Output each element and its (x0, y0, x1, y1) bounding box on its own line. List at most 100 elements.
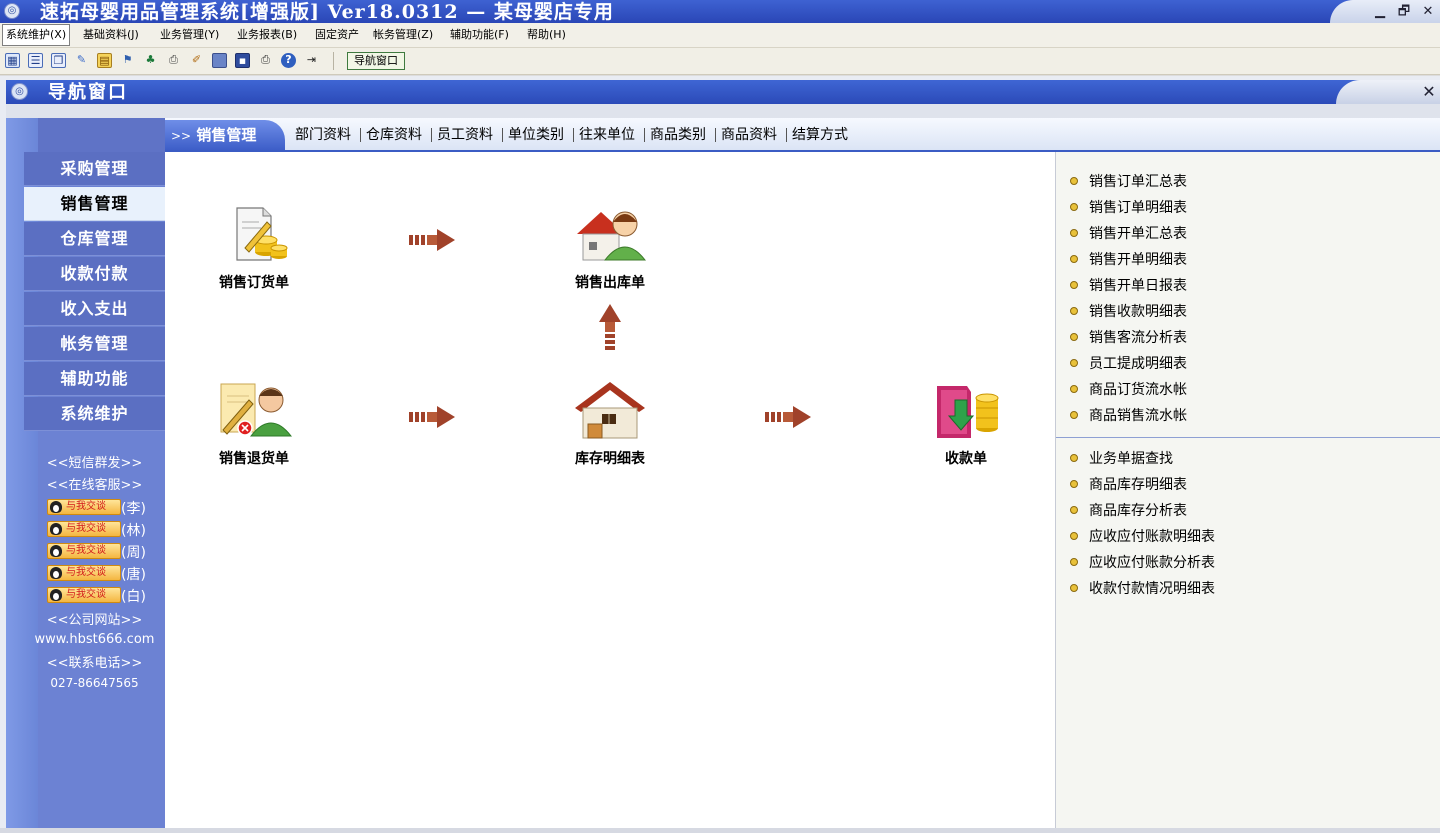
exit-icon[interactable]: ⇥ (304, 53, 319, 68)
bullet-icon (1070, 558, 1078, 566)
report-link[interactable]: 收款付款情况明细表 (1070, 579, 1215, 599)
workflow-diagram: 销售订货单 销售出库单 销售退货单 库存明细表 收款单 (165, 152, 1055, 828)
nav-window-subbar (6, 104, 1440, 119)
website-link[interactable]: www.hbst666.com (24, 632, 165, 647)
list-icon[interactable]: ☰ (28, 53, 43, 68)
qq-chat-badge[interactable]: 与我交谈 (47, 587, 121, 603)
link-product-category[interactable]: 商品类别 (650, 118, 706, 152)
sidebar-item-income-expense[interactable]: 收入支出 (24, 292, 165, 326)
report-link[interactable]: 销售订单明细表 (1070, 198, 1187, 218)
node-receipt[interactable]: 收款单 (911, 380, 1021, 470)
sms-link[interactable]: <<短信群发>> (24, 452, 165, 471)
grid-icon[interactable]: ▦ (5, 53, 20, 68)
module-tabbar: >> 销售管理 部门资料 仓库资料 员工资料 单位类别 往来单位 商品类别 商品… (165, 118, 1440, 152)
report-link[interactable]: 应收应付账款明细表 (1070, 527, 1215, 547)
menu-fixed-assets[interactable]: 固定资产 (312, 23, 362, 47)
qq-chat-badge[interactable]: 与我交谈 (47, 499, 121, 515)
penguin-icon (50, 589, 62, 601)
qq-chat-badge[interactable]: 与我交谈 (47, 521, 121, 537)
link-settlement[interactable]: 结算方式 (792, 118, 848, 152)
menu-business[interactable]: 业务管理(Y) (157, 23, 222, 47)
penguin-icon (50, 567, 62, 579)
print-preview-icon[interactable]: ⎙ (166, 53, 181, 68)
link-warehouse[interactable]: 仓库资料 (366, 118, 422, 152)
node-sales-return[interactable]: 销售退货单 (199, 380, 309, 470)
nav-window-close-button[interactable]: ✕ (1420, 82, 1438, 102)
minimize-button[interactable]: ▁ (1370, 2, 1390, 21)
nav-window-title: 导航窗口 (48, 82, 128, 103)
sidebar-item-payments[interactable]: 收款付款 (24, 257, 165, 291)
menu-accounts[interactable]: 帐务管理(Z) (370, 23, 436, 47)
users-icon[interactable]: ⚑ (120, 53, 135, 68)
sidebar-item-accounts[interactable]: 帐务管理 (24, 327, 165, 361)
monitor-icon[interactable] (212, 53, 227, 68)
report-link[interactable]: 业务单据查找 (1070, 449, 1173, 469)
tree-icon[interactable]: ♣ (143, 53, 158, 68)
report-link[interactable]: 销售开单日报表 (1070, 276, 1187, 296)
phone-label: <<联系电话>> (46, 656, 143, 671)
bullet-icon (1070, 333, 1078, 341)
qq-chat-badge[interactable]: 与我交谈 (47, 543, 121, 559)
tab-sales-management[interactable]: >> 销售管理 (165, 120, 285, 150)
sidebar-item-purchase[interactable]: 采购管理 (24, 152, 165, 186)
sidebar-item-system[interactable]: 系统维护 (24, 397, 165, 431)
report-link[interactable]: 商品订货流水帐 (1070, 380, 1187, 400)
link-partners[interactable]: 往来单位 (579, 118, 635, 152)
house-icon (575, 382, 645, 439)
bullet-icon (1070, 307, 1078, 315)
arrow-inventory-to-outbound (599, 304, 621, 350)
report-link[interactable]: 应收应付账款分析表 (1070, 553, 1215, 573)
menu-reports[interactable]: 业务报表(B) (234, 23, 300, 47)
chart-icon[interactable]: ▤ (97, 53, 112, 68)
sidebar-item-warehouse[interactable]: 仓库管理 (24, 222, 165, 256)
report-link[interactable]: 商品库存明细表 (1070, 475, 1187, 495)
node-sales-order[interactable]: 销售订货单 (199, 204, 309, 294)
online-service-label: <<在线客服>> (46, 478, 143, 493)
close-button[interactable]: ✕ (1418, 2, 1438, 21)
printer-icon[interactable]: ⎙ (258, 53, 273, 68)
report-link[interactable]: 商品库存分析表 (1070, 501, 1187, 521)
node-sales-outbound[interactable]: 销售出库单 (555, 204, 665, 294)
tab-separator (573, 128, 574, 142)
nav-window-button[interactable]: 导航窗口 (347, 52, 405, 70)
penguin-icon (50, 523, 62, 535)
report-link[interactable]: 销售订单汇总表 (1070, 172, 1187, 192)
link-department[interactable]: 部门资料 (295, 118, 351, 152)
link-products[interactable]: 商品资料 (721, 118, 777, 152)
arrow-return-to-inventory (409, 406, 455, 428)
menu-system-maintenance[interactable]: 系统维护(X) (2, 24, 71, 46)
bullet-icon (1070, 281, 1078, 289)
shop-user-icon (577, 211, 647, 261)
sidebar-item-sales[interactable]: 销售管理 (24, 187, 165, 221)
windows-icon[interactable]: ❐ (51, 53, 66, 68)
report-link[interactable]: 员工提成明细表 (1070, 354, 1187, 374)
tab-separator (715, 128, 716, 142)
bullet-icon (1070, 359, 1078, 367)
link-unit-category[interactable]: 单位类别 (508, 118, 564, 152)
tab-separator (502, 128, 503, 142)
app-icon[interactable]: ◎ (4, 3, 20, 19)
menu-assist[interactable]: 辅助功能(F) (447, 23, 512, 47)
qq-chat-badge[interactable]: 与我交谈 (47, 565, 121, 581)
chat-icon[interactable]: ✎ (74, 53, 89, 68)
tab-separator (786, 128, 787, 142)
node-inventory-detail[interactable]: 库存明细表 (555, 380, 665, 470)
nav-window-icon: ◎ (11, 83, 28, 100)
menu-basic-data[interactable]: 基础资料(J) (80, 23, 142, 47)
bullet-icon (1070, 177, 1078, 185)
report-link[interactable]: 商品销售流水帐 (1070, 406, 1187, 426)
penguin-icon (50, 501, 62, 513)
sidebar-header (38, 118, 165, 152)
wrench-icon[interactable]: ✐ (189, 53, 204, 68)
report-link[interactable]: 销售开单汇总表 (1070, 224, 1187, 244)
sidebar-item-assist[interactable]: 辅助功能 (24, 362, 165, 396)
bullet-icon (1070, 203, 1078, 211)
report-link[interactable]: 销售收款明细表 (1070, 302, 1187, 322)
report-link[interactable]: 销售客流分析表 (1070, 328, 1187, 348)
save-icon[interactable]: ▪ (235, 53, 250, 68)
menu-help[interactable]: 帮助(H) (524, 23, 569, 47)
restore-button[interactable]: 🗗 (1394, 2, 1414, 21)
link-staff[interactable]: 员工资料 (437, 118, 493, 152)
report-link[interactable]: 销售开单明细表 (1070, 250, 1187, 270)
help-icon[interactable]: ? (281, 53, 296, 68)
